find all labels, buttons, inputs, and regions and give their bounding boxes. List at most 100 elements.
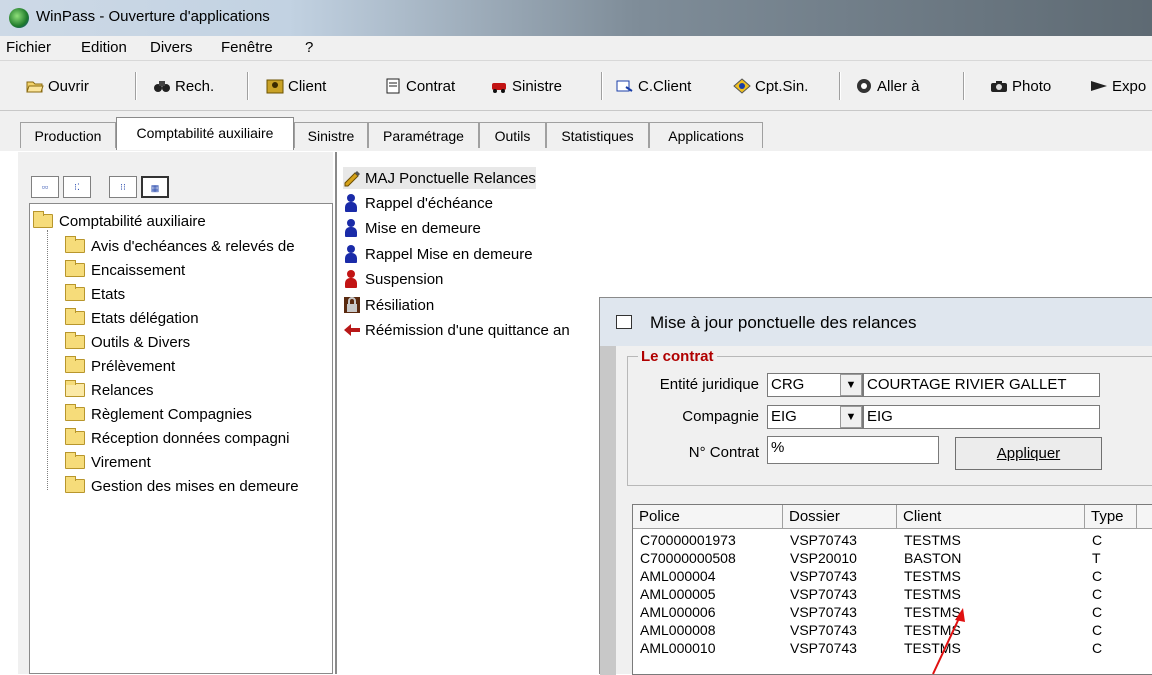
menu-edition[interactable]: Edition: [81, 39, 127, 56]
list-item-rappel-echeance[interactable]: Rappel d'échéance: [343, 192, 493, 214]
column-header-police[interactable]: Police: [633, 505, 783, 529]
contrat-button[interactable]: Contrat: [384, 75, 455, 97]
compagnie-label: Compagnie: [682, 408, 759, 425]
binoculars-icon: [154, 81, 170, 92]
dialog-title-bar[interactable]: Mise à jour ponctuelle des relances: [600, 298, 1152, 346]
export-button[interactable]: Expo: [1090, 75, 1146, 97]
column-header-client[interactable]: Client: [897, 505, 1085, 529]
tab-applications[interactable]: Applications: [649, 122, 763, 148]
cell-police: AML000010: [640, 640, 716, 656]
window-title-bar[interactable]: WinPass - Ouverture d'applications: [0, 0, 1152, 36]
tree-item[interactable]: Outils & Divers: [65, 332, 190, 352]
ouvrir-button[interactable]: Ouvrir: [26, 75, 89, 97]
list-view-icon[interactable]: ⁝⁝: [109, 176, 137, 198]
cell-client: TESTMS: [904, 622, 961, 638]
list-item-reemission[interactable]: Réémission d'une quittance an: [343, 319, 570, 341]
chevron-down-icon[interactable]: ▼: [840, 374, 862, 396]
cell-police: AML000005: [640, 586, 716, 602]
list-item-label: Résiliation: [365, 296, 435, 314]
tree-item[interactable]: Etats: [65, 284, 125, 304]
tree-item-label: Réception données compagni: [91, 429, 290, 447]
reissue-arrows-icon: [344, 324, 360, 336]
folder-icon: [65, 404, 85, 421]
cell-dossier: VSP70743: [790, 604, 857, 620]
rech-label: Rech.: [175, 77, 215, 95]
sinistre-button[interactable]: Sinistre: [490, 75, 562, 97]
list-item-maj-ponctuelle[interactable]: MAJ Ponctuelle Relances: [343, 167, 536, 189]
cell-type: C: [1092, 568, 1103, 584]
dialog-scrollbar[interactable]: [600, 346, 616, 675]
large-icons-view-icon[interactable]: ▫▫: [31, 176, 59, 198]
list-item-resiliation[interactable]: Résiliation: [343, 294, 434, 316]
tree-item-selected[interactable]: Relances: [65, 380, 154, 400]
tab-statistiques[interactable]: Statistiques: [546, 122, 649, 148]
sinistre-account-icon: [733, 78, 751, 94]
client-icon: [266, 79, 284, 94]
tree-item[interactable]: Encaissement: [65, 260, 185, 280]
menu-bar: Fichier Edition Divers Fenêtre ?: [0, 36, 1152, 61]
tree-view[interactable]: Comptabilité auxiliaire Avis d'echéances…: [29, 203, 333, 674]
folder-icon: [65, 260, 85, 277]
tree-item-label: Avis d'echéances & relevés de: [91, 237, 295, 255]
folder-icon: [65, 332, 85, 349]
tree-item[interactable]: Virement: [65, 452, 151, 472]
tree-item-label: Règlement Compagnies: [91, 405, 252, 423]
toolbar-separator: [247, 72, 249, 100]
details-view-icon[interactable]: ▦: [141, 176, 169, 198]
list-item-mise-en-demeure[interactable]: Mise en demeure: [343, 217, 481, 239]
folder-icon: [65, 476, 85, 493]
tree-item[interactable]: Avis d'echéances & relevés de: [65, 236, 295, 256]
client-button[interactable]: Client: [266, 75, 326, 97]
cclient-button[interactable]: C.Client: [616, 75, 691, 97]
folder-icon: [33, 211, 53, 228]
allera-button[interactable]: Aller à: [855, 75, 920, 97]
list-item-label: Suspension: [365, 270, 444, 288]
column-header-extra[interactable]: [1137, 505, 1152, 529]
tab-comptabilite-auxiliaire[interactable]: Comptabilité auxiliaire: [116, 117, 294, 150]
cell-client: TESTMS: [904, 586, 961, 602]
list-item-label: Réémission d'une quittance an: [365, 321, 570, 339]
folder-icon: [65, 308, 85, 325]
cell-police: AML000006: [640, 604, 716, 620]
menu-divers[interactable]: Divers: [150, 39, 193, 56]
menu-fenetre[interactable]: Fenêtre: [221, 39, 273, 56]
cell-dossier: VSP70743: [790, 586, 857, 602]
menu-fichier[interactable]: Fichier: [6, 39, 51, 56]
photo-button[interactable]: Photo: [990, 75, 1051, 97]
toolbar: Ouvrir Rech. Client Contrat Sinistre C.C…: [0, 61, 1152, 111]
tab-production[interactable]: Production: [20, 122, 116, 148]
toolbar-separator: [135, 72, 137, 100]
results-grid[interactable]: Police Dossier Client Type C70000001973 …: [632, 504, 1152, 675]
menu-help[interactable]: ?: [305, 39, 313, 56]
tree-item[interactable]: Gestion des mises en demeure: [65, 476, 299, 496]
contrat-group-label: Le contrat: [638, 348, 717, 365]
sinistre-label: Sinistre: [512, 77, 563, 95]
tree-item[interactable]: Etats délégation: [65, 308, 199, 328]
tree-item[interactable]: Règlement Compagnies: [65, 404, 252, 424]
folder-icon: [65, 452, 85, 469]
tree-item[interactable]: Réception données compagni: [65, 428, 289, 448]
tree-item-label: Gestion des mises en demeure: [91, 477, 299, 495]
toolbar-separator: [839, 72, 841, 100]
rech-button[interactable]: Rech.: [153, 75, 214, 97]
tab-sinistre[interactable]: Sinistre: [294, 122, 368, 148]
compagnie-name-field[interactable]: EIG: [863, 405, 1100, 429]
cell-client: BASTON: [904, 550, 962, 566]
entite-name-field[interactable]: COURTAGE RIVIER GALLET: [863, 373, 1100, 397]
column-header-type[interactable]: Type: [1085, 505, 1137, 529]
tab-outils[interactable]: Outils: [479, 122, 546, 148]
appliquer-button[interactable]: Appliquer: [955, 437, 1102, 470]
tab-parametrage[interactable]: Paramétrage: [368, 122, 479, 148]
contrat-number-input[interactable]: %: [767, 436, 939, 464]
tree-root[interactable]: Comptabilité auxiliaire: [33, 211, 206, 231]
list-item-label: MAJ Ponctuelle Relances: [365, 169, 536, 187]
tree-item[interactable]: Prélèvement: [65, 356, 175, 376]
chevron-down-icon[interactable]: ▼: [840, 406, 862, 428]
list-item-suspension[interactable]: Suspension: [343, 268, 443, 290]
list-item-rappel-mise-en-demeure[interactable]: Rappel Mise en demeure: [343, 243, 533, 265]
cptsin-button[interactable]: Cpt.Sin.: [733, 75, 808, 97]
goto-eye-icon: [857, 79, 871, 93]
column-header-dossier[interactable]: Dossier: [783, 505, 897, 529]
cell-type: C: [1092, 622, 1103, 638]
small-icons-view-icon[interactable]: ⁝⁚: [63, 176, 91, 198]
